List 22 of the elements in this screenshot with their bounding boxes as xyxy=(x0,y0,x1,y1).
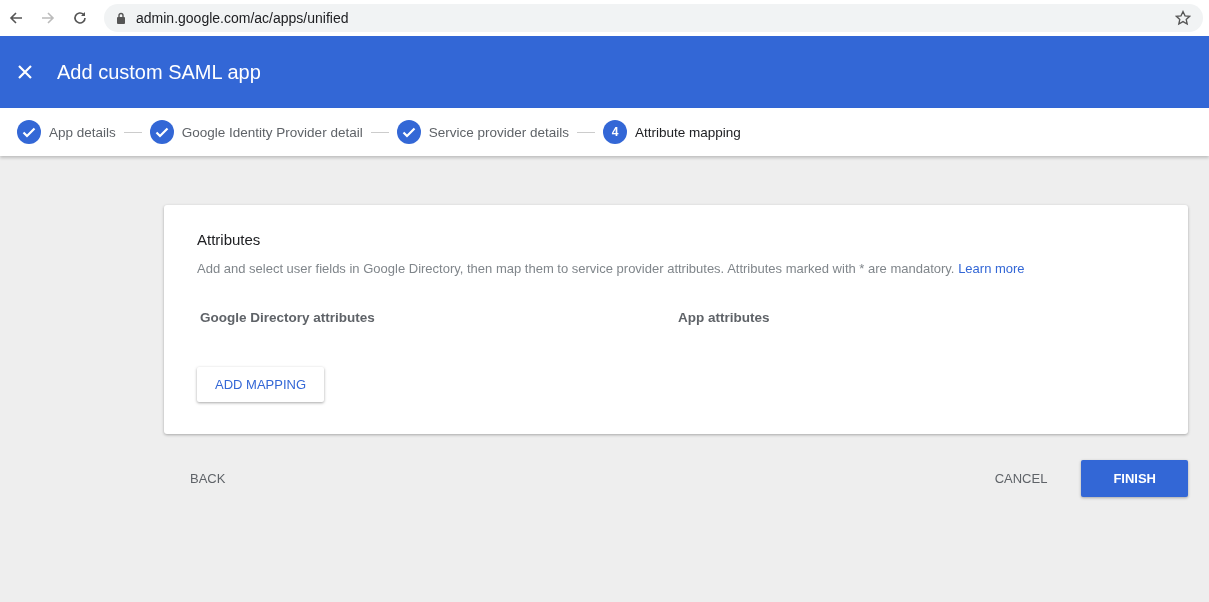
step-item[interactable]: 4 Attribute mapping xyxy=(603,120,741,144)
reload-icon[interactable] xyxy=(72,10,88,26)
cancel-button[interactable]: CANCEL xyxy=(968,461,1074,496)
step-item[interactable]: Google Identity Provider detail xyxy=(149,120,363,144)
star-icon[interactable] xyxy=(1175,10,1191,26)
learn-more-link[interactable]: Learn more xyxy=(958,261,1025,276)
back-icon[interactable] xyxy=(8,10,24,26)
step-item[interactable]: App details xyxy=(17,120,116,144)
column-header: Google Directory attributes xyxy=(200,310,376,325)
url-text: admin.google.com/ac/apps/unified xyxy=(136,10,350,26)
card-title: Attributes xyxy=(197,231,262,248)
finish-button[interactable]: FINISH xyxy=(1081,460,1188,497)
step-number: 4 xyxy=(603,120,627,144)
address-bar[interactable]: admin.google.com/ac/apps/unified xyxy=(104,4,1203,32)
back-button[interactable]: BACK xyxy=(164,461,252,496)
add-mapping-button[interactable]: ADD MAPPING xyxy=(197,367,324,402)
description-text: Add and select user fields in Google Directory, then map them to service provider attributes. Attributes marked with * are mandatory. Learn more xyxy=(197,261,1026,276)
step-item[interactable]: Service provider details xyxy=(396,120,569,144)
page-title: Add custom SAML app xyxy=(57,60,261,84)
lock-icon xyxy=(116,12,126,24)
close-icon[interactable] xyxy=(18,65,32,79)
column-header: App attributes xyxy=(678,310,771,325)
